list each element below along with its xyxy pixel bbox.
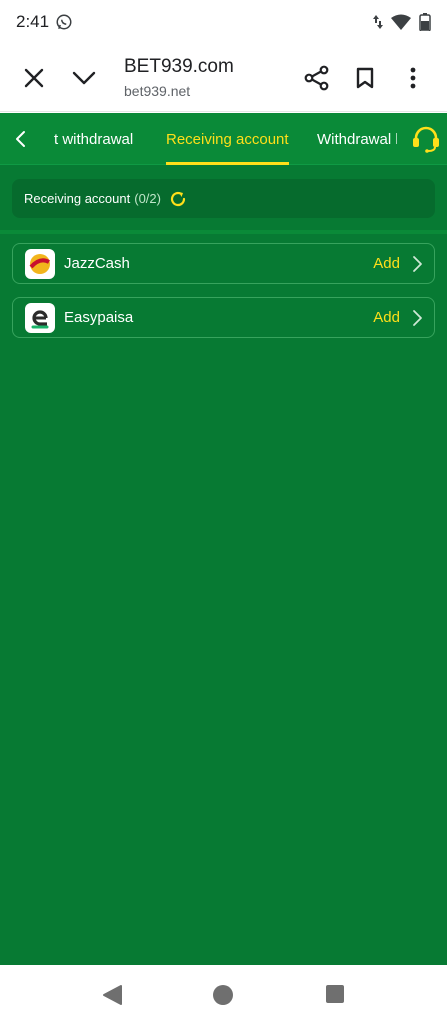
share-icon	[304, 65, 329, 90]
share-button[interactable]	[293, 54, 341, 102]
easypaisa-logo	[25, 302, 55, 333]
status-time: 2:41	[16, 12, 50, 31]
account-item-easypaisa[interactable]: Easypaisa Add	[12, 297, 435, 338]
whatsapp-icon	[56, 14, 72, 30]
more-vert-icon	[410, 67, 416, 88]
account-name: Easypaisa	[64, 309, 134, 326]
tab-bar: t withdrawal Receiving account Withdrawa…	[0, 113, 447, 165]
system-nav-bar	[0, 965, 447, 1024]
account-name: JazzCash	[64, 255, 130, 272]
easypaisa-logo-icon	[31, 309, 49, 328]
home-circle-icon[interactable]	[212, 984, 234, 1006]
account-item-jazzcash[interactable]: JazzCash Add	[12, 243, 435, 284]
bookmark-button[interactable]	[341, 54, 389, 102]
tab-withdrawal[interactable]: t withdrawal	[54, 113, 133, 165]
summary-label: Receiving account	[24, 191, 131, 206]
browser-title-block[interactable]: BET939.com bet939.net	[124, 56, 234, 99]
browser-toolbar: BET939.com bet939.net	[0, 44, 447, 112]
chevron-left-icon	[16, 130, 25, 147]
refresh-icon[interactable]	[169, 190, 187, 208]
chevron-right-icon	[413, 255, 422, 272]
headset-icon[interactable]	[411, 124, 441, 154]
jazzcash-logo-icon	[29, 253, 50, 274]
close-button[interactable]	[10, 54, 58, 102]
jazzcash-logo	[25, 248, 55, 279]
tab-back-button[interactable]	[0, 113, 40, 165]
summary-count: (0/2)	[134, 191, 161, 206]
chevron-right-icon	[413, 309, 422, 326]
chevron-down-icon	[72, 71, 96, 84]
close-icon	[24, 68, 44, 87]
browser-actions	[293, 54, 437, 102]
recents-square-icon[interactable]	[325, 984, 345, 1004]
status-bar: 2:41	[0, 0, 447, 44]
minimize-button[interactable]	[60, 54, 108, 102]
tab-receiving-account[interactable]: Receiving account	[166, 113, 289, 165]
page-url: bet939.net	[124, 83, 191, 99]
bookmark-icon	[356, 67, 374, 88]
add-jazzcash-button[interactable]: Add	[373, 255, 400, 272]
app-content: t withdrawal Receiving account Withdrawa…	[0, 113, 447, 965]
more-options-button[interactable]	[389, 54, 437, 102]
battery-icon	[419, 13, 431, 31]
data-arrows-icon	[373, 15, 383, 29]
add-easypaisa-button[interactable]: Add	[373, 309, 400, 326]
account-list: JazzCash Add Easypaisa Add	[12, 243, 435, 351]
tab-withdrawal-log[interactable]: Withdrawal l	[317, 113, 397, 165]
status-icons	[373, 13, 431, 31]
wifi-icon	[391, 14, 411, 30]
receiving-account-summary: Receiving account (0/2)	[12, 179, 435, 218]
page-title: BET939.com	[124, 56, 234, 77]
back-triangle-icon[interactable]	[101, 984, 123, 1006]
section-divider	[0, 230, 447, 234]
